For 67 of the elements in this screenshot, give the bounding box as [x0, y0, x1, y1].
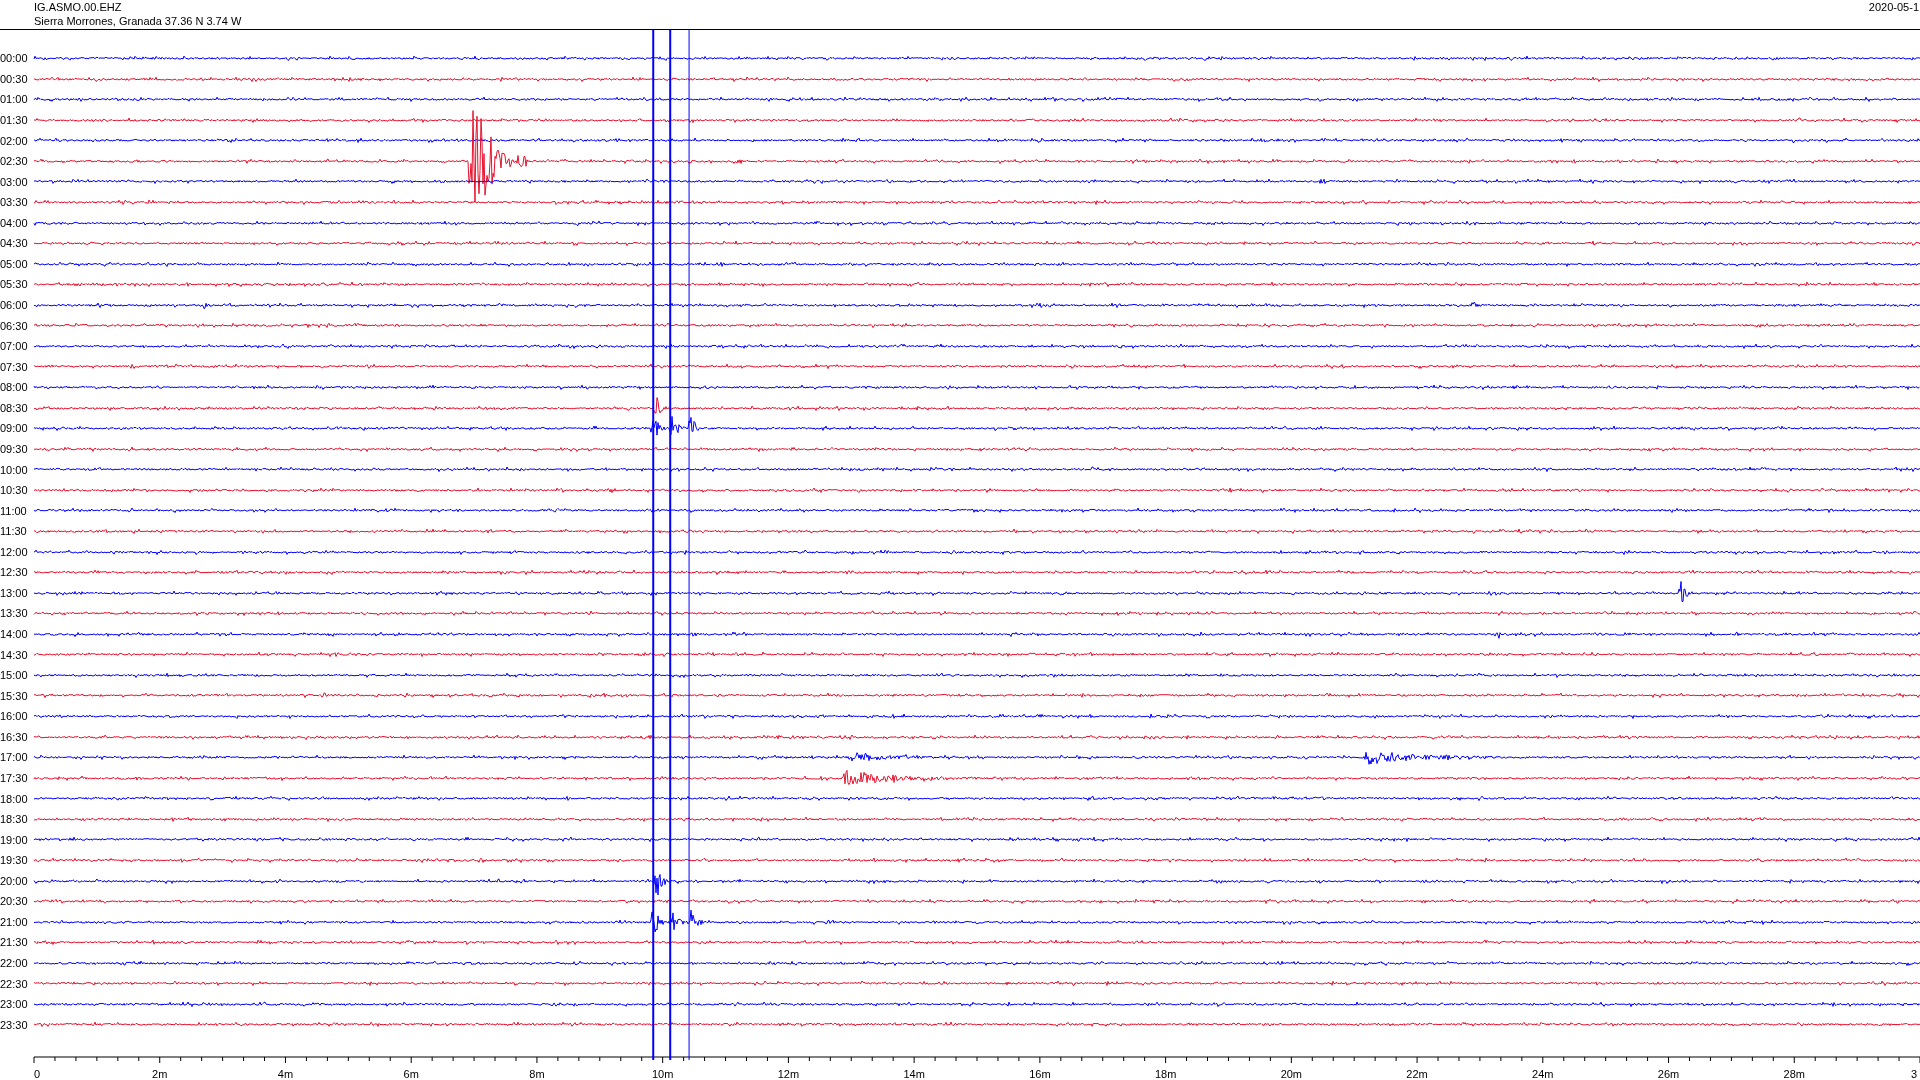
date-label: 2020-05-1	[1868, 0, 1919, 14]
time-label: 07:00	[0, 340, 29, 353]
axis-label: 8m	[529, 1068, 545, 1080]
time-label: 03:00	[0, 175, 29, 188]
axis-label: 16m	[1029, 1068, 1051, 1080]
time-label: 13:00	[0, 586, 29, 599]
time-label: 12:30	[0, 566, 29, 579]
axis-label: 18m	[1154, 1068, 1177, 1080]
time-label: 01:00	[0, 93, 29, 106]
time-label: 06:00	[0, 299, 29, 312]
axis-label: 10m	[651, 1068, 674, 1080]
axis-label: 6m	[403, 1068, 419, 1080]
time-label: 14:30	[0, 648, 29, 661]
time-label: 10:30	[0, 484, 29, 497]
time-label: 09:00	[0, 422, 29, 435]
time-label: 18:00	[0, 792, 29, 805]
time-label: 12:00	[0, 545, 29, 558]
time-label: 17:00	[0, 751, 29, 764]
time-label: 23:00	[0, 998, 29, 1011]
axis-label: 0	[33, 1068, 41, 1080]
time-label: 20:30	[0, 895, 29, 908]
time-label: 17:30	[0, 771, 29, 784]
time-label: 02:30	[0, 155, 29, 168]
time-label: 14:00	[0, 628, 29, 641]
time-label: 00:00	[0, 52, 29, 65]
time-label: 18:30	[0, 813, 29, 826]
time-label: 02:00	[0, 134, 29, 147]
time-label: 19:00	[0, 833, 29, 846]
time-label: 13:30	[0, 607, 29, 620]
time-label: 09:30	[0, 442, 29, 455]
time-label: 21:30	[0, 936, 29, 949]
time-label: 23:30	[0, 1018, 29, 1031]
time-label: 06:30	[0, 319, 29, 332]
axis-label: 14m	[903, 1068, 925, 1080]
axis-label: 24m	[1532, 1068, 1554, 1080]
axis-label: 4m	[277, 1068, 294, 1080]
time-label: 10:00	[0, 463, 29, 476]
time-label: 00:30	[0, 72, 29, 85]
time-label: 15:00	[0, 669, 29, 682]
time-label: 19:30	[0, 854, 29, 867]
time-label: 11:00	[0, 504, 28, 517]
time-label: 05:00	[0, 257, 29, 270]
axis-label: 3	[1911, 1068, 1918, 1080]
time-label: 07:30	[0, 360, 29, 373]
time-label: 16:30	[0, 730, 29, 743]
axis-label: 22m	[1406, 1068, 1428, 1080]
time-label: 08:30	[0, 401, 29, 414]
time-label: 16:00	[0, 710, 29, 723]
axis-label: 28m	[1783, 1068, 1805, 1080]
time-label: 15:30	[0, 689, 29, 702]
time-label: 05:30	[0, 278, 29, 291]
station-code: IG.ASMO.00.EHZ	[34, 0, 123, 14]
station-location: Sierra Morrones, Granada 37.36 N 3.74 W	[34, 14, 242, 28]
axis-label: 2m	[152, 1068, 168, 1080]
axis-label: 26m	[1657, 1068, 1680, 1080]
time-label: 22:30	[0, 977, 29, 990]
time-label: 22:00	[0, 957, 29, 970]
time-label: 11:30	[0, 525, 28, 538]
time-label: 04:30	[0, 237, 29, 250]
axis-label: 20m	[1280, 1068, 1303, 1080]
axis-label: 12m	[777, 1068, 800, 1080]
time-label: 08:00	[0, 381, 29, 394]
time-label: 20:00	[0, 874, 29, 887]
time-label: 01:30	[0, 113, 29, 126]
time-label: 03:30	[0, 196, 29, 209]
time-label: 21:00	[0, 915, 29, 928]
time-label: 04:00	[0, 216, 29, 229]
